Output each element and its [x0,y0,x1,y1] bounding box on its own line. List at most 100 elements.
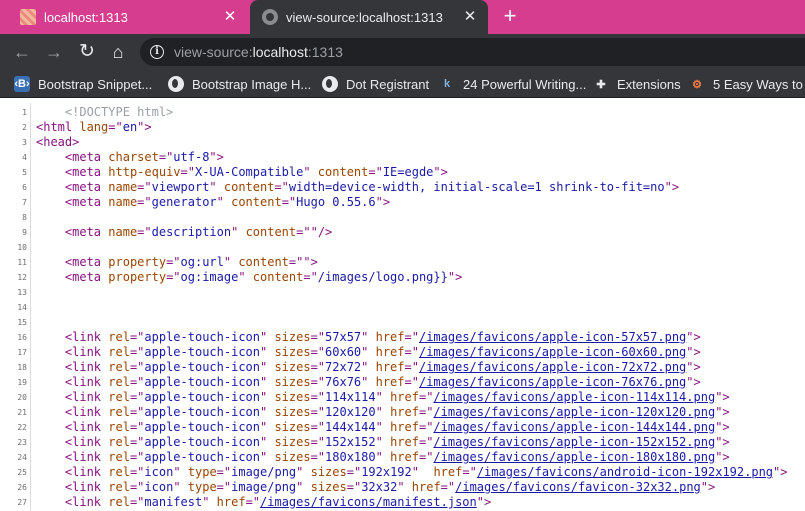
source-token: <link [64,360,109,374]
source-token: href [375,360,405,374]
source-token: =" [418,435,434,449]
close-icon[interactable]: ✕ [222,9,238,25]
source-token: href [411,480,441,494]
source-token: " [260,435,275,449]
source-token [36,105,65,119]
source-line: 19 <link rel="apple-touch-icon" sizes="7… [0,375,805,390]
bookmark-powerful-writing[interactable]: k 24 Powerful Writing... [439,70,586,97]
source-token: <link [64,435,109,449]
source-token: <!DOCTYPE html> [64,105,174,119]
tab-localhost[interactable]: localhost:1313 ✕ [0,0,248,34]
url-scheme: view-source: [174,44,253,60]
back-arrow-icon[interactable]: ← [10,40,34,64]
line-number: 22 [17,423,27,432]
url-host: localhost [252,44,308,60]
bookmark-extensions[interactable]: ✚ Extensions [593,70,680,97]
source-token: "> [700,480,716,494]
source-token: apple-touch-icon [144,345,260,359]
home-icon[interactable]: ⌂ [106,40,130,64]
source-link[interactable]: /images/favicons/apple-icon-60x60.png [419,345,686,359]
source-token: " [260,360,275,374]
bookmark-label: Bootstrap Image H... [192,76,312,92]
source-code: <link rel="manifest" href="/images/favic… [36,495,491,510]
bookmarks-bar: ‹B› Bootstrap Snippet... Bootstrap Image… [0,70,805,98]
globe-icon [322,76,338,92]
source-link[interactable]: /images/favicons/apple-icon-180x180.png [433,450,715,464]
source-token: " [173,480,188,494]
source-token [36,390,65,404]
source-token: content [238,255,289,269]
source-code: <link rel="apple-touch-icon" sizes="152x… [36,435,730,450]
bookmark-bootstrap-image[interactable]: Bootstrap Image H... [168,70,312,97]
source-link[interactable]: /images/favicons/apple-icon-144x144.png [433,420,715,434]
source-token [36,360,65,374]
source-token: " [260,390,275,404]
source-token: " [202,495,217,509]
source-token: /images/logo.png}} [317,270,448,284]
source-token: rel [108,360,130,374]
source-link[interactable]: /images/favicons/apple-icon-120x120.png [433,405,715,419]
source-token: 180x180 [325,450,376,464]
source-code: <head> [36,135,79,150]
source-token: "> [664,180,680,194]
source-token: =" [346,465,362,479]
bookmark-label: Bootstrap Snippet... [38,76,153,92]
source-token: rel [108,345,130,359]
source-token: =" [368,165,383,179]
address-bar[interactable]: i view-source:localhost:1313 [140,38,805,66]
source-token: =" [129,480,145,494]
source-token: =""> [288,255,318,269]
source-token: 32x32 [361,480,398,494]
source-token: generator [151,195,217,209]
forward-arrow-icon[interactable]: → [42,40,66,64]
source-link[interactable]: /images/favicons/apple-icon-57x57.png [419,330,686,344]
source-link[interactable]: /images/favicons/apple-icon-76x76.png [419,375,686,389]
source-code: <link rel="apple-touch-icon" sizes="72x7… [36,360,701,375]
source-line: 1 <!DOCTYPE html> [0,105,805,120]
bookmark-bootstrap-snippet[interactable]: ‹B› Bootstrap Snippet... [14,70,153,97]
source-token: sizes [274,360,311,374]
source-token: " [260,345,275,359]
source-link[interactable]: /images/favicons/apple-icon-114x114.png [433,390,715,404]
source-link[interactable]: /images/favicons/favicon-32x32.png [455,480,701,494]
source-token [36,420,65,434]
source-line: 3 <head> [0,135,805,150]
source-token [36,165,65,179]
source-token: rel [108,465,130,479]
url-text[interactable]: view-source:localhost:1313 [174,44,343,60]
source-link[interactable]: /images/favicons/android-icon-192x192.pn… [477,465,773,479]
source-link[interactable]: /images/favicons/apple-icon-152x152.png [433,435,715,449]
source-line: 12 <meta property="og:image" content="/i… [0,270,805,285]
line-number: 2 [22,123,27,132]
source-token: =" [129,465,145,479]
source-token: "> [476,495,492,509]
source-line: 20 <link rel="apple-touch-icon" sizes="1… [0,390,805,405]
line-number: 18 [17,363,27,372]
source-token: <link [64,345,109,359]
source-line: 15 [0,315,805,330]
source-link[interactable]: /images/favicons/apple-icon-72x72.png [419,360,686,374]
source-token: " [361,360,376,374]
new-tab-button[interactable]: + [498,5,522,29]
source-token: " [223,255,239,269]
source-token: " [238,270,253,284]
source-token: "> [686,375,701,389]
source-token: content [223,180,275,194]
source-token: " [260,450,275,464]
source-line: 8 [0,210,805,225]
source-token: " [375,435,391,449]
source-token: href [216,495,246,509]
globe-icon [168,76,184,92]
source-token: " [361,375,376,389]
source-token: sizes [274,390,311,404]
bookmark-easy-ways[interactable]: ⚙ 5 Easy Ways to He [689,70,805,97]
info-icon[interactable]: i [150,45,164,59]
source-token: "> [715,405,730,419]
source-link[interactable]: /images/favicons/manifest.json [260,495,477,509]
close-icon[interactable]: ✕ [462,9,478,25]
reload-icon[interactable]: ↻ [75,40,99,64]
tab-view-source[interactable]: view-source:localhost:1313 ✕ [250,0,488,34]
bookmark-dot-registrant[interactable]: Dot Registrant [322,70,429,97]
source-token: " [260,375,275,389]
puzzle-icon: ✚ [596,78,606,91]
